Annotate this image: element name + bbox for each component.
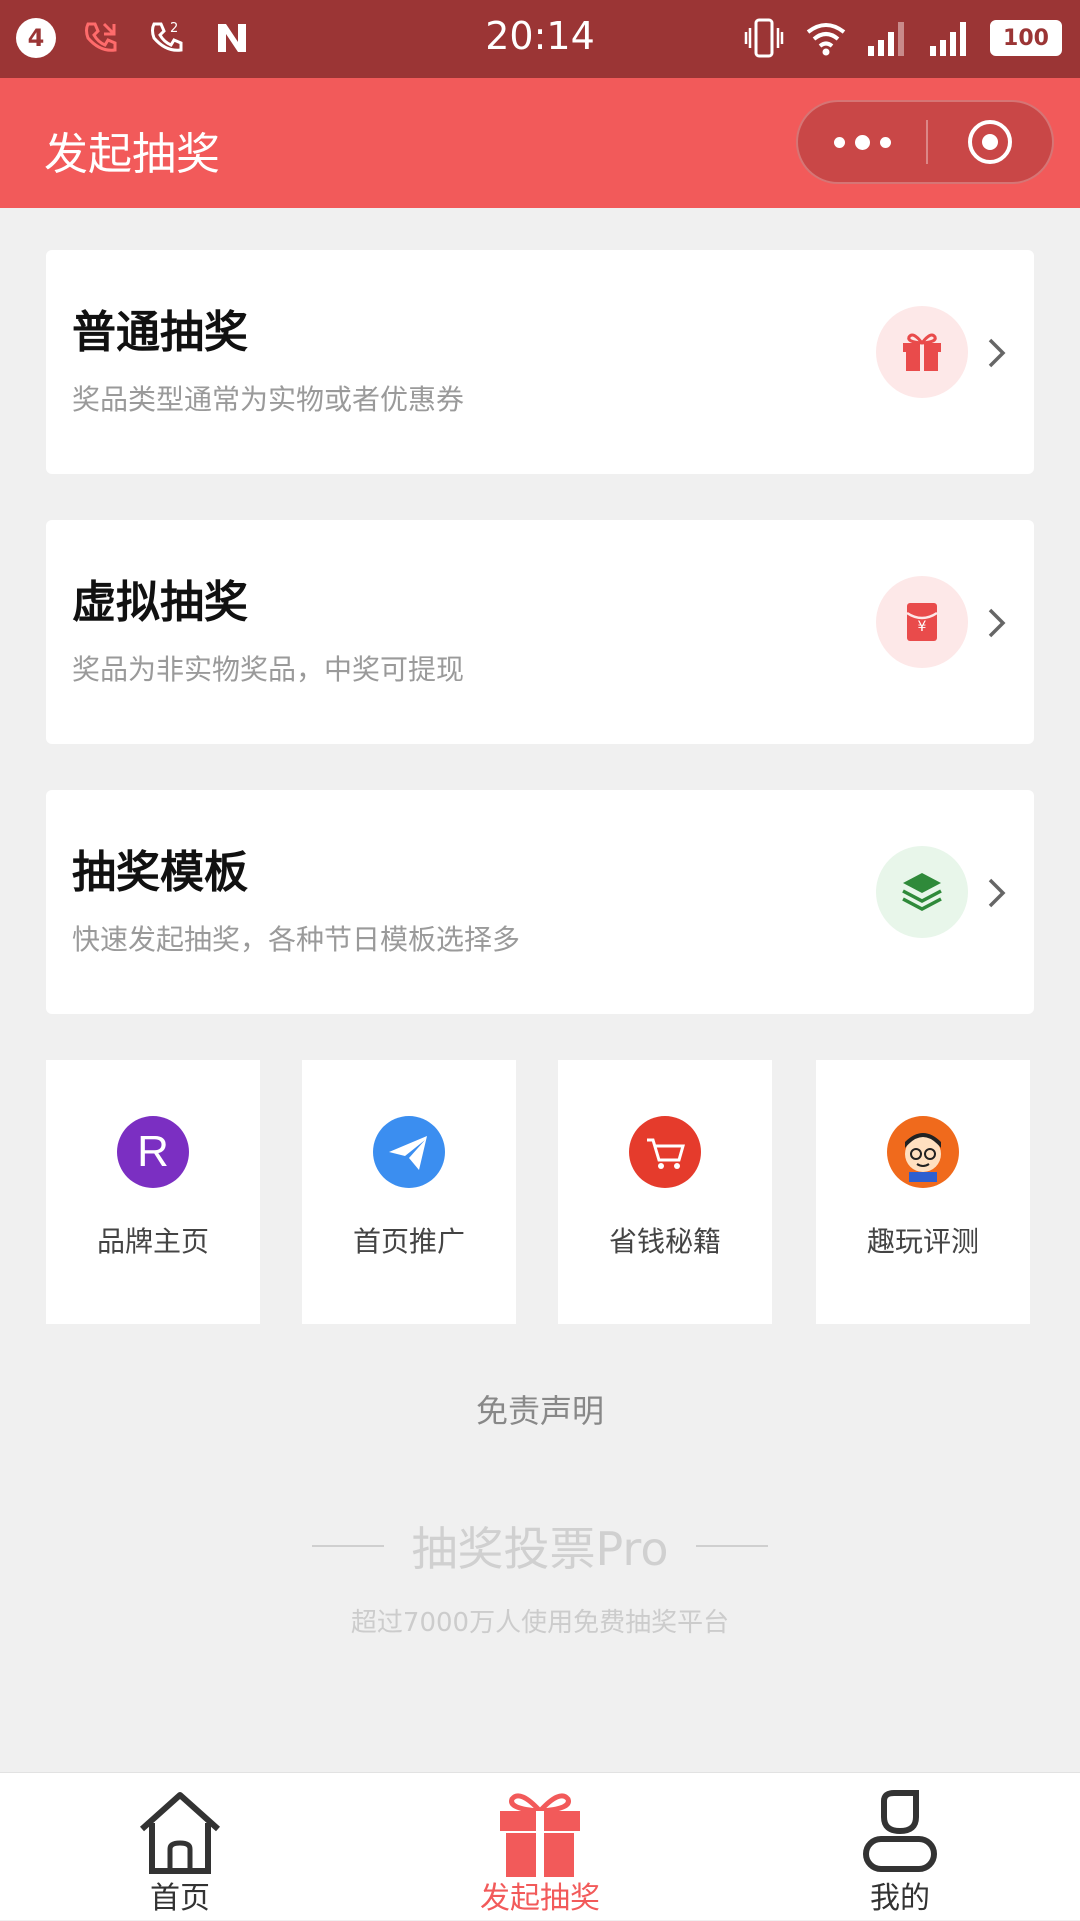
battery-indicator: 100 bbox=[990, 20, 1062, 56]
tile-brand-homepage[interactable]: R 品牌主页 bbox=[46, 1060, 260, 1324]
brand-name: 抽奖投票Pro bbox=[411, 1522, 669, 1576]
nav-bar: 发起抽奖 bbox=[0, 78, 1080, 208]
brand-subtitle: 超过7000万人使用免费抽奖平台 bbox=[350, 1608, 730, 1638]
card-description: 奖品类型通常为实物或者优惠券 bbox=[72, 383, 465, 416]
card-description: 快速发起抽奖，各种节日模板选择多 bbox=[72, 923, 521, 956]
tab-mine[interactable]: 我的 bbox=[720, 1773, 1080, 1921]
more-dots-icon[interactable] bbox=[798, 102, 926, 182]
layers-icon bbox=[876, 846, 968, 938]
svg-text:R: R bbox=[137, 1127, 169, 1176]
tile-label: 首页推广 bbox=[352, 1225, 465, 1258]
card-title: 普通抽奖 bbox=[72, 307, 248, 358]
brand-divider bbox=[696, 1545, 769, 1547]
home-icon bbox=[130, 1787, 230, 1883]
chevron-right-icon bbox=[984, 876, 1010, 910]
status-bar: 4 2 20:14 100 bbox=[0, 0, 1080, 78]
tile-label: 趣玩评测 bbox=[866, 1225, 979, 1258]
tab-label: 我的 bbox=[870, 1881, 930, 1916]
tab-label: 首页 bbox=[150, 1881, 210, 1916]
status-right: 100 bbox=[742, 16, 1062, 60]
card-lottery-template[interactable]: 抽奖模板 快速发起抽奖，各种节日模板选择多 bbox=[46, 790, 1034, 1014]
tab-bar: 首页 发起抽奖 我的 bbox=[0, 1772, 1080, 1920]
tab-start-lottery[interactable]: 发起抽奖 bbox=[360, 1773, 720, 1921]
cartoon-face-icon bbox=[887, 1116, 959, 1188]
card-description: 奖品为非实物奖品，中奖可提现 bbox=[72, 653, 465, 686]
vibrate-icon bbox=[742, 16, 786, 60]
card-normal-lottery[interactable]: 普通抽奖 奖品类型通常为实物或者优惠券 bbox=[46, 250, 1034, 474]
gift-icon bbox=[490, 1787, 590, 1883]
shopping-cart-icon bbox=[629, 1116, 701, 1188]
signal-icon bbox=[928, 16, 972, 60]
chevron-right-icon bbox=[984, 606, 1010, 640]
tile-money-saving-tips[interactable]: 省钱秘籍 bbox=[558, 1060, 772, 1324]
tile-fun-review[interactable]: 趣玩评测 bbox=[816, 1060, 1030, 1324]
card-title: 虚拟抽奖 bbox=[72, 577, 248, 628]
chevron-right-icon bbox=[984, 336, 1010, 370]
red-envelope-icon: ¥ bbox=[876, 576, 968, 668]
tab-home[interactable]: 首页 bbox=[0, 1773, 360, 1921]
card-virtual-lottery[interactable]: 虚拟抽奖 奖品为非实物奖品，中奖可提现 ¥ bbox=[46, 520, 1034, 744]
user-icon bbox=[850, 1787, 950, 1883]
svg-text:¥: ¥ bbox=[918, 619, 927, 635]
miniprogram-capsule bbox=[796, 100, 1054, 184]
tab-label: 发起抽奖 bbox=[480, 1881, 600, 1916]
wifi-icon bbox=[804, 16, 848, 60]
gift-icon bbox=[876, 306, 968, 398]
card-title: 抽奖模板 bbox=[72, 847, 248, 898]
target-close-icon[interactable] bbox=[928, 102, 1052, 182]
tile-label: 品牌主页 bbox=[96, 1225, 209, 1258]
brand-divider bbox=[311, 1545, 384, 1547]
brand-row: 抽奖投票Pro bbox=[0, 1516, 1080, 1576]
disclaimer-link[interactable]: 免责声明 bbox=[0, 1386, 1080, 1432]
paper-plane-icon bbox=[373, 1116, 445, 1188]
tile-label: 省钱秘籍 bbox=[608, 1225, 721, 1258]
brand-r-icon: R bbox=[117, 1116, 189, 1188]
tile-homepage-promotion[interactable]: 首页推广 bbox=[302, 1060, 516, 1324]
page-title: 发起抽奖 bbox=[44, 129, 220, 180]
signal-icon bbox=[866, 16, 910, 60]
